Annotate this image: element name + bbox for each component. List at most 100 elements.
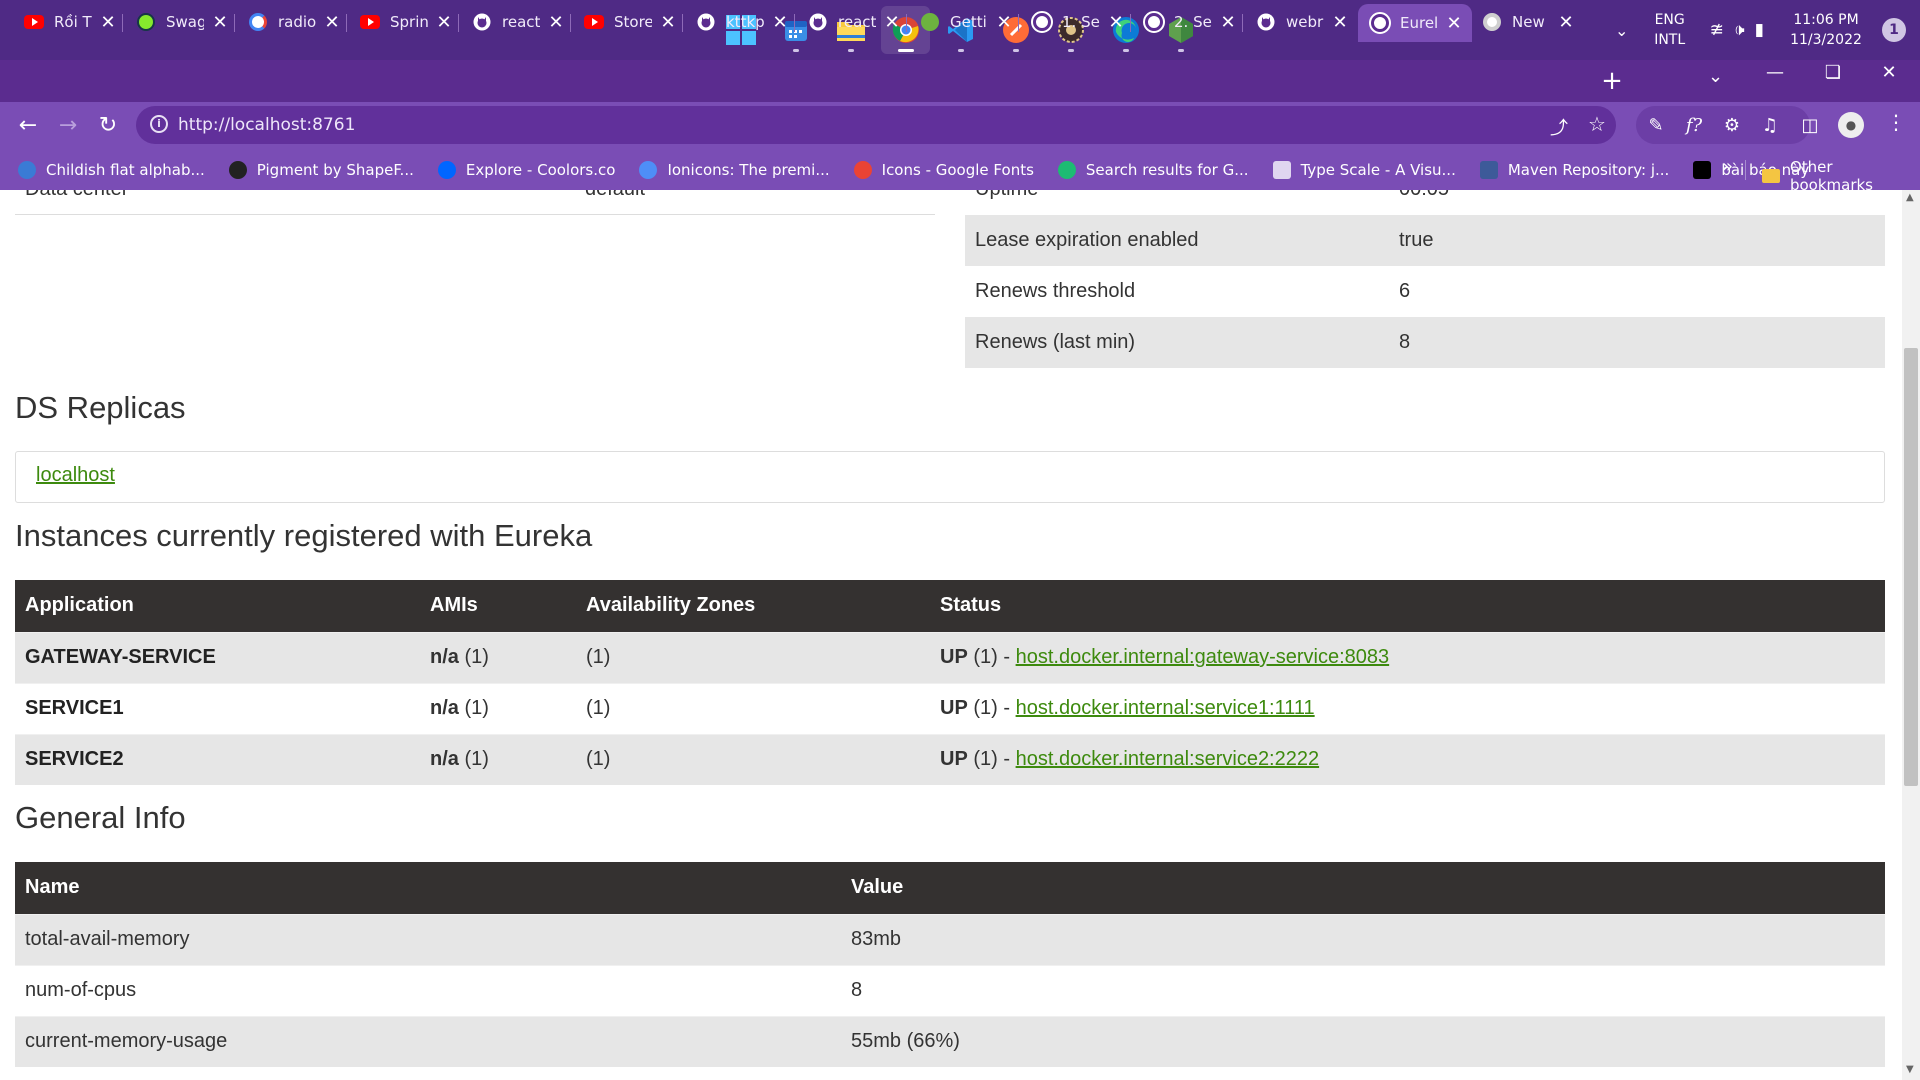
new-tab-button[interactable]: + <box>1598 68 1626 96</box>
tab-separator <box>1130 14 1131 32</box>
browser-tab[interactable]: 1. Se ✕ <box>1020 4 1128 40</box>
table-row: Renews threshold 6 <box>965 266 1885 317</box>
show-hidden-icons-chevron-icon[interactable]: ⌄ <box>1602 21 1642 40</box>
swagger-icon <box>136 12 156 32</box>
wifi-icon: ≇ <box>1709 20 1724 40</box>
site-info-icon[interactable]: i <box>150 115 168 133</box>
browser-tab[interactable]: Getti ✕ <box>908 4 1016 40</box>
browser-tab[interactable]: kttkp ✕ <box>684 4 792 40</box>
tab-close-icon[interactable]: ✕ <box>212 12 228 33</box>
bookmark-item[interactable]: Search results for G... <box>1057 161 1249 179</box>
availability-zone: (1) <box>576 733 930 785</box>
info-value: default <box>575 190 935 215</box>
bookmark-item[interactable]: Childish flat alphab... <box>18 161 205 179</box>
browser-tab[interactable]: webr ✕ <box>1244 4 1352 40</box>
browser-tab[interactable]: react ✕ <box>796 4 904 40</box>
color-picker-extension-icon[interactable]: ✎ <box>1642 112 1670 140</box>
tab-title: radio <box>278 13 316 31</box>
bookmark-item[interactable]: Type Scale - A Visu... <box>1272 161 1456 179</box>
browser-tab[interactable]: Eurel ✕ <box>1358 4 1472 42</box>
google-icon <box>248 12 268 32</box>
battery-icon: ▮ <box>1754 20 1764 40</box>
font-extension-icon[interactable]: f? <box>1680 112 1708 140</box>
scroll-up-arrow-icon[interactable]: ▲ <box>1906 192 1914 203</box>
instance-link[interactable]: host.docker.internal:gateway-service:808… <box>1016 646 1390 668</box>
more-bookmarks-chevron-icon[interactable]: » <box>1722 156 1733 177</box>
tab-close-icon[interactable]: ✕ <box>1220 12 1236 33</box>
bookmark-star-icon[interactable]: ☆ <box>1588 112 1606 136</box>
browser-tab-strip <box>0 60 1920 102</box>
extensions-puzzle-icon[interactable]: ⚙ <box>1718 112 1746 140</box>
tab-separator <box>682 14 683 32</box>
address-bar[interactable]: i http://localhost:8761 ⤴ ☆ <box>136 106 1616 144</box>
browser-tab[interactable]: 2. Se ✕ <box>1132 4 1240 40</box>
browser-tab[interactable]: Swag ✕ <box>124 4 232 40</box>
clock-date: 11/3/2022 <box>1790 32 1862 48</box>
info-value: 83mb <box>841 913 1885 965</box>
info-key: Lease expiration enabled <box>965 215 1389 266</box>
tab-close-icon[interactable]: ✕ <box>324 12 340 33</box>
tab-search-chevron-icon[interactable]: ⌄ <box>1708 66 1723 87</box>
tab-close-icon[interactable]: ✕ <box>548 12 564 33</box>
media-control-icon[interactable]: ♫ <box>1756 112 1784 140</box>
reload-icon[interactable]: ↻ <box>94 112 122 140</box>
system-tray: ⌄ ENG INTL ≇ 🕩 ▮ 11:06 PM 11/3/2022 1 <box>1602 0 1920 60</box>
tab-close-icon[interactable]: ✕ <box>1446 13 1462 34</box>
browser-menu-kebab-icon[interactable]: ⋮ <box>1886 110 1906 134</box>
other-bookmarks-folder[interactable]: Other bookmarks <box>1762 158 1920 194</box>
info-name: current-memory-usage <box>15 1015 841 1067</box>
tray-status-icons[interactable]: ≇ 🕩 ▮ <box>1698 20 1776 40</box>
notification-badge-icon[interactable]: 1 <box>1882 18 1906 42</box>
bookmark-item[interactable]: Pigment by ShapeF... <box>228 161 414 179</box>
address-url[interactable]: http://localhost:8761 <box>178 115 355 135</box>
tab-close-icon[interactable]: ✕ <box>772 12 788 33</box>
clock[interactable]: 11:06 PM 11/3/2022 <box>1776 10 1876 50</box>
minimize-window-button[interactable]: — <box>1752 62 1798 83</box>
forward-arrow-icon[interactable]: → <box>54 112 82 140</box>
side-panel-icon[interactable]: ◫ <box>1796 112 1824 140</box>
browser-tab[interactable]: New ✕ <box>1470 4 1578 40</box>
tab-close-icon[interactable]: ✕ <box>436 12 452 33</box>
table-header-row: Application AMIs Availability Zones Stat… <box>15 580 1885 632</box>
tab-separator <box>794 14 795 32</box>
browser-tab[interactable]: Sprin ✕ <box>348 4 456 40</box>
scroll-down-arrow-icon[interactable]: ▼ <box>1906 1064 1914 1075</box>
tab-title: New <box>1512 13 1545 31</box>
bookmark-item[interactable]: Explore - Coolors.co <box>437 161 615 179</box>
restore-window-button[interactable]: ❏ <box>1810 62 1856 83</box>
language-indicator[interactable]: ENG INTL <box>1642 10 1698 50</box>
browser-tab[interactable]: react ✕ <box>460 4 568 40</box>
tab-close-icon[interactable]: ✕ <box>1108 12 1124 33</box>
scrollbar-thumb[interactable] <box>1904 348 1918 786</box>
close-window-button[interactable]: ✕ <box>1866 62 1912 83</box>
status-up: UP <box>940 748 968 771</box>
github-icon <box>808 12 828 32</box>
language-code: ENG <box>1654 12 1685 28</box>
tab-close-icon[interactable]: ✕ <box>996 12 1012 33</box>
tab-close-icon[interactable]: ✕ <box>1332 12 1348 33</box>
tab-title: react <box>838 13 876 31</box>
browser-tab[interactable]: Store ✕ <box>572 4 680 40</box>
typescale-icon <box>1272 161 1291 179</box>
tab-close-icon[interactable]: ✕ <box>1558 12 1574 33</box>
tab-title: react <box>502 13 540 31</box>
share-icon[interactable]: ⤴ <box>1550 114 1568 140</box>
tab-close-icon[interactable]: ✕ <box>884 12 900 33</box>
bookmark-item[interactable]: Icons - Google Fonts <box>853 161 1034 179</box>
tab-title: 1. Se <box>1062 13 1100 31</box>
tab-close-icon[interactable]: ✕ <box>100 12 116 33</box>
browser-tab[interactable]: Rồi T ✕ <box>12 4 120 40</box>
profile-avatar[interactable]: ● <box>1838 112 1864 138</box>
instance-link[interactable]: host.docker.internal:service1:1111 <box>1016 697 1315 719</box>
github-icon <box>696 12 716 32</box>
instance-link[interactable]: host.docker.internal:service2:2222 <box>1016 748 1320 770</box>
browser-tab[interactable]: radio ✕ <box>236 4 344 40</box>
column-header-application: Application <box>15 580 420 632</box>
tab-close-icon[interactable]: ✕ <box>660 12 676 33</box>
general-info-heading: General Info <box>15 800 186 835</box>
replica-link[interactable]: localhost <box>36 464 115 487</box>
bookmark-item[interactable]: Ionicons: The premi... <box>639 161 830 179</box>
info-key: Renews threshold <box>975 280 1136 302</box>
bookmark-item[interactable]: Maven Repository: j... <box>1479 161 1669 179</box>
back-arrow-icon[interactable]: ← <box>14 112 42 140</box>
